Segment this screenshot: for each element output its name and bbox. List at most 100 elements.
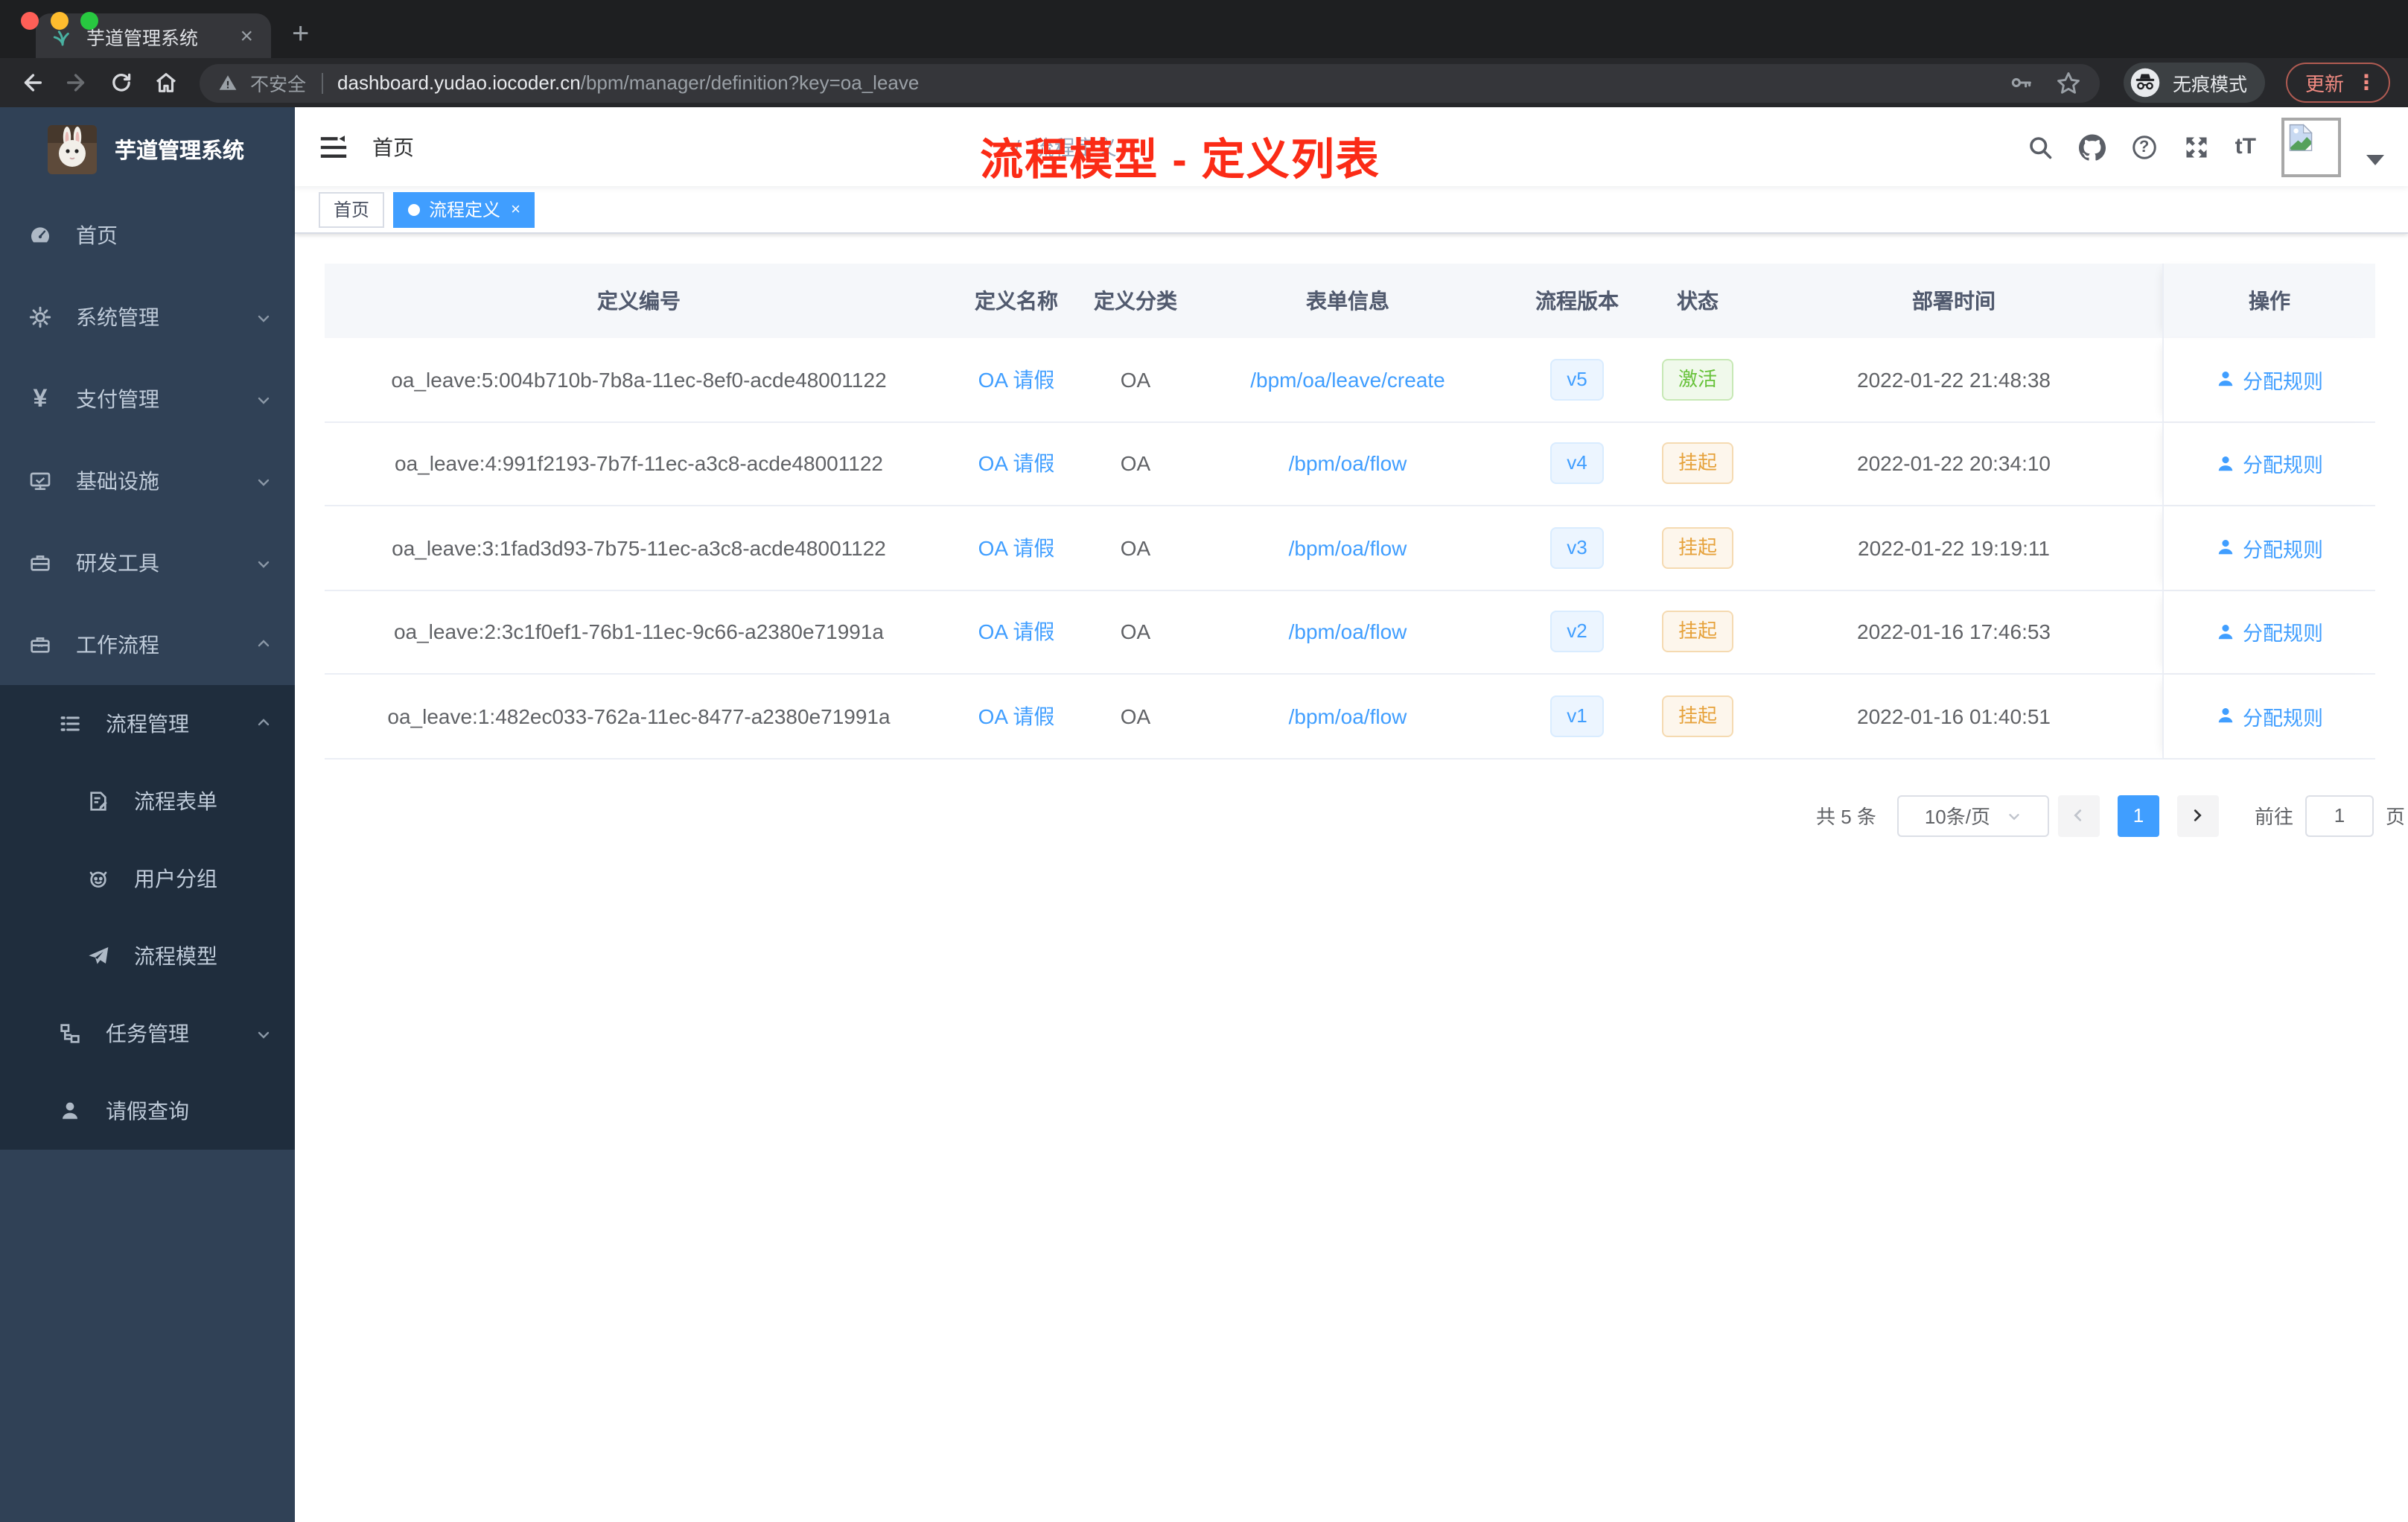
page-number-button[interactable]: 1	[2117, 795, 2159, 836]
sidebar-item-home[interactable]: 首页	[0, 194, 295, 276]
definition-name-link[interactable]: OA 请假	[978, 617, 1055, 647]
search-icon[interactable]	[2027, 133, 2054, 160]
minimize-window-button[interactable]	[51, 12, 69, 30]
status-badge: 挂起	[1661, 695, 1733, 737]
breadcrumb-separator: /	[1014, 135, 1020, 159]
sidebar-item-leave-query[interactable]: 请假查询	[0, 1072, 295, 1150]
version-badge: v1	[1550, 695, 1604, 737]
next-page-button[interactable]	[2176, 795, 2219, 836]
sidebar-item-label: 流程管理	[106, 712, 189, 736]
sidebar-item-devtools[interactable]: 研发工具	[0, 521, 295, 603]
window-controls	[21, 12, 98, 30]
browser-tabstrip: 芋道管理系统 × +	[0, 0, 2408, 58]
tag-close-icon[interactable]: ×	[511, 200, 520, 218]
form-link[interactable]: /bpm/oa/flow	[1289, 704, 1407, 728]
definition-name-link[interactable]: OA 请假	[978, 533, 1055, 563]
help-icon[interactable]: ?	[2131, 133, 2158, 160]
breadcrumb-home[interactable]: 首页	[372, 132, 1001, 162]
zoom-window-button[interactable]	[80, 12, 98, 30]
update-button[interactable]: 更新 ⋮	[2285, 63, 2390, 103]
goto-page-input[interactable]	[2305, 795, 2374, 836]
column-header: 定义名称	[975, 289, 1058, 313]
user-icon	[2218, 372, 2233, 386]
form-link[interactable]: /bpm/oa/leave/create	[1250, 368, 1445, 392]
definition-id: oa_leave:2:3c1f0ef1-76b1-11ec-9c66-a2380…	[393, 620, 884, 644]
github-icon[interactable]	[2078, 133, 2106, 160]
deploy-time: 2022-01-22 21:48:38	[1857, 367, 2051, 392]
browser-menu-icon[interactable]: ⋮	[2356, 70, 2377, 95]
key-icon[interactable]	[2009, 70, 2034, 95]
deploy-time: 2022-01-22 19:19:11	[1858, 535, 2050, 560]
tag-label: 首页	[334, 200, 370, 220]
chevron-down-icon	[255, 553, 273, 571]
definition-name-link[interactable]: OA 请假	[978, 701, 1055, 731]
assign-rule-link[interactable]: 分配规则	[2216, 449, 2323, 479]
bookmark-star-icon[interactable]	[2055, 69, 2082, 96]
table-row: oa_leave:2:3c1f0ef1-76b1-11ec-9c66-a2380…	[325, 590, 2375, 675]
tab-title: 芋道管理系统	[86, 28, 199, 48]
question-glyph: ?	[2138, 138, 2150, 156]
status-badge: 挂起	[1661, 442, 1733, 485]
avatar-dropdown-caret-icon[interactable]	[2366, 155, 2384, 165]
table-row: oa_leave:4:991f2193-7b7f-11ec-a3c8-acde4…	[325, 422, 2375, 506]
close-window-button[interactable]	[21, 12, 39, 30]
reload-button[interactable]	[101, 63, 140, 102]
sidebar-item-workflow[interactable]: 工作流程	[0, 603, 295, 685]
new-tab-button[interactable]: +	[292, 19, 309, 49]
briefcase-icon	[28, 632, 52, 656]
fullscreen-icon[interactable]	[2183, 133, 2210, 160]
assign-rule-link[interactable]: 分配规则	[2216, 701, 2323, 731]
column-header: 状态	[1677, 289, 1719, 313]
breadcrumb: 首页 / 流程定义	[372, 132, 1160, 162]
chevron-down-icon	[255, 471, 273, 489]
goto-label: 前往	[2254, 806, 2293, 828]
page-size-select[interactable]: 10条/页	[1896, 795, 2049, 836]
definition-category: OA	[1120, 451, 1151, 476]
prev-page-button[interactable]	[2057, 795, 2100, 836]
tag-process-definition[interactable]: 流程定义 ×	[393, 191, 535, 227]
sidebar-item-infra[interactable]: 基础设施	[0, 439, 295, 521]
security-label: 不安全	[250, 74, 307, 95]
page-size-value: 10条/页	[1924, 806, 1990, 828]
page-content: 定义编号 定义名称 定义分类 表单信息 流程版本 状态 部署时间 操作 oa_l…	[295, 234, 2408, 836]
home-button[interactable]	[146, 63, 185, 102]
definition-name-link[interactable]: OA 请假	[978, 449, 1055, 479]
avatar[interactable]	[2281, 117, 2341, 176]
status-badge: 激活	[1661, 358, 1733, 401]
font-size-icon[interactable]: tT	[2235, 134, 2256, 159]
form-link[interactable]: /bpm/oa/flow	[1289, 536, 1407, 560]
chevron-down-icon	[2005, 807, 2022, 824]
sidebar-item-process-mgmt[interactable]: 流程管理	[0, 685, 295, 762]
sidebar-item-label: 任务管理	[106, 1022, 189, 1045]
status-badge: 挂起	[1661, 526, 1733, 569]
definition-category: OA	[1120, 535, 1151, 560]
forward-button[interactable]	[57, 63, 95, 102]
sidebar-item-payment[interactable]: ¥ 支付管理	[0, 357, 295, 439]
chevron-down-icon	[255, 389, 273, 407]
tag-home[interactable]: 首页	[319, 191, 385, 227]
assign-rule-link[interactable]: 分配规则	[2216, 617, 2323, 647]
deploy-time: 2022-01-16 17:46:53	[1857, 620, 2051, 644]
form-link[interactable]: /bpm/oa/flow	[1289, 620, 1407, 644]
form-link[interactable]: /bpm/oa/flow	[1289, 452, 1407, 476]
sidebar-item-user-group[interactable]: 用户分组	[0, 840, 295, 917]
deploy-time: 2022-01-16 01:40:51	[1857, 704, 2051, 728]
sidebar-item-label: 系统管理	[76, 305, 159, 328]
tab-close-icon[interactable]: ×	[237, 25, 256, 47]
sidebar-item-label: 流程表单	[134, 789, 217, 813]
definition-name-link[interactable]: OA 请假	[978, 365, 1055, 395]
sidebar-toggle-icon[interactable]	[319, 132, 348, 162]
back-button[interactable]	[12, 63, 51, 102]
sidebar-item-process-model[interactable]: 流程模型	[0, 917, 295, 995]
url-path: /bpm/manager/definition?key=oa_leave	[580, 71, 920, 94]
monitor-icon	[28, 468, 52, 492]
dashboard-icon	[28, 223, 52, 246]
assign-rule-link[interactable]: 分配规则	[2216, 365, 2323, 395]
sidebar-item-task-mgmt[interactable]: 任务管理	[0, 995, 295, 1072]
table-row: oa_leave:1:482ec033-762a-11ec-8477-a2380…	[325, 675, 2375, 759]
sidebar-item-process-form[interactable]: 流程表单	[0, 762, 295, 840]
column-header: 定义编号	[597, 289, 681, 313]
sidebar-item-system[interactable]: 系统管理	[0, 276, 295, 357]
assign-rule-link[interactable]: 分配规则	[2216, 533, 2323, 563]
address-bar[interactable]: 不安全 dashboard.yudao.iocoder.cn/bpm/manag…	[200, 63, 2100, 102]
